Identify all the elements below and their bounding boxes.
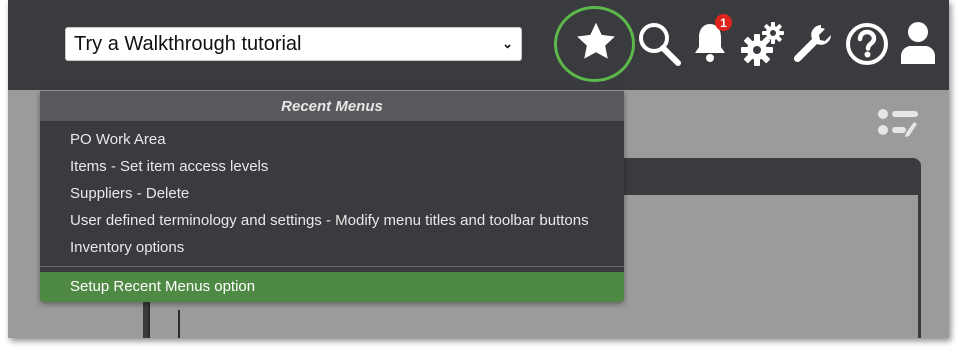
- wrench-icon[interactable]: [791, 22, 833, 64]
- help-icon[interactable]: [845, 22, 889, 66]
- walkthrough-select[interactable]: Try a Walkthrough tutorial ⌄: [65, 27, 522, 61]
- notification-badge: 1: [715, 14, 732, 31]
- recent-menu-item-po-work-area[interactable]: PO Work Area: [40, 126, 624, 153]
- menu-divider: [40, 266, 624, 267]
- chevron-down-icon: ⌄: [502, 36, 513, 51]
- recent-menus-list: PO Work Area Items - Set item access lev…: [40, 121, 624, 261]
- top-toolbar: Try a Walkthrough tutorial ⌄ 1: [8, 0, 949, 90]
- recent-menu-item-items-access-levels[interactable]: Items - Set item access levels: [40, 153, 624, 180]
- recent-menus-title: Recent Menus: [40, 91, 624, 121]
- setup-recent-menus-button[interactable]: Setup Recent Menus option: [40, 272, 624, 302]
- recent-menus-dropdown: Recent Menus PO Work Area Items - Set it…: [40, 91, 624, 302]
- list-settings-icon[interactable]: [876, 108, 920, 140]
- panel-divider: [178, 310, 180, 338]
- recent-menu-item-inventory-options[interactable]: Inventory options: [40, 234, 624, 261]
- recent-menu-item-suppliers-delete[interactable]: Suppliers - Delete: [40, 180, 624, 207]
- walkthrough-select-value: Try a Walkthrough tutorial: [74, 32, 302, 55]
- search-icon[interactable]: [636, 20, 682, 66]
- user-icon[interactable]: [898, 20, 938, 66]
- recent-menu-item-terminology-settings[interactable]: User defined terminology and settings - …: [40, 207, 624, 234]
- app-frame: Try a Walkthrough tutorial ⌄ 1 Recent Me…: [8, 0, 949, 338]
- gears-icon[interactable]: [740, 20, 786, 66]
- star-icon[interactable]: [574, 20, 618, 64]
